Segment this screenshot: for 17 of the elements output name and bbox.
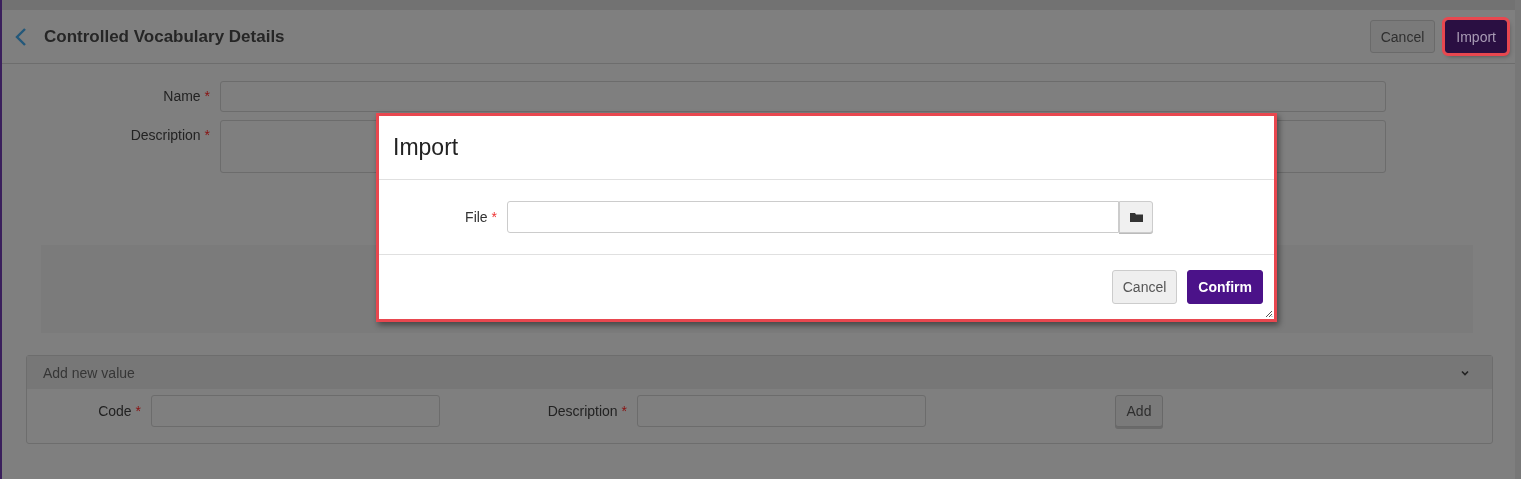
import-button[interactable]: Import — [1445, 20, 1507, 53]
folder-icon — [1129, 212, 1143, 222]
field-label: Description * — [546, 403, 628, 419]
cancel-button[interactable]: Cancel — [1111, 270, 1178, 304]
panel-title: Add new value — [43, 364, 135, 381]
resize-grip-icon[interactable] — [1265, 310, 1273, 318]
name-field[interactable] — [220, 81, 1386, 112]
field-label: Description * — [129, 126, 211, 145]
browse-button[interactable] — [1119, 201, 1153, 233]
confirm-button[interactable]: Confirm — [1187, 270, 1263, 304]
field-label: File * — [464, 209, 498, 225]
back-icon[interactable] — [15, 26, 27, 47]
file-field[interactable] — [507, 201, 1119, 233]
dialog-title: Import — [379, 116, 1274, 180]
field-label: Name * — [162, 87, 211, 106]
page-title: Controlled Vocabulary Details — [44, 26, 285, 47]
field-label: Code * — [97, 403, 142, 419]
